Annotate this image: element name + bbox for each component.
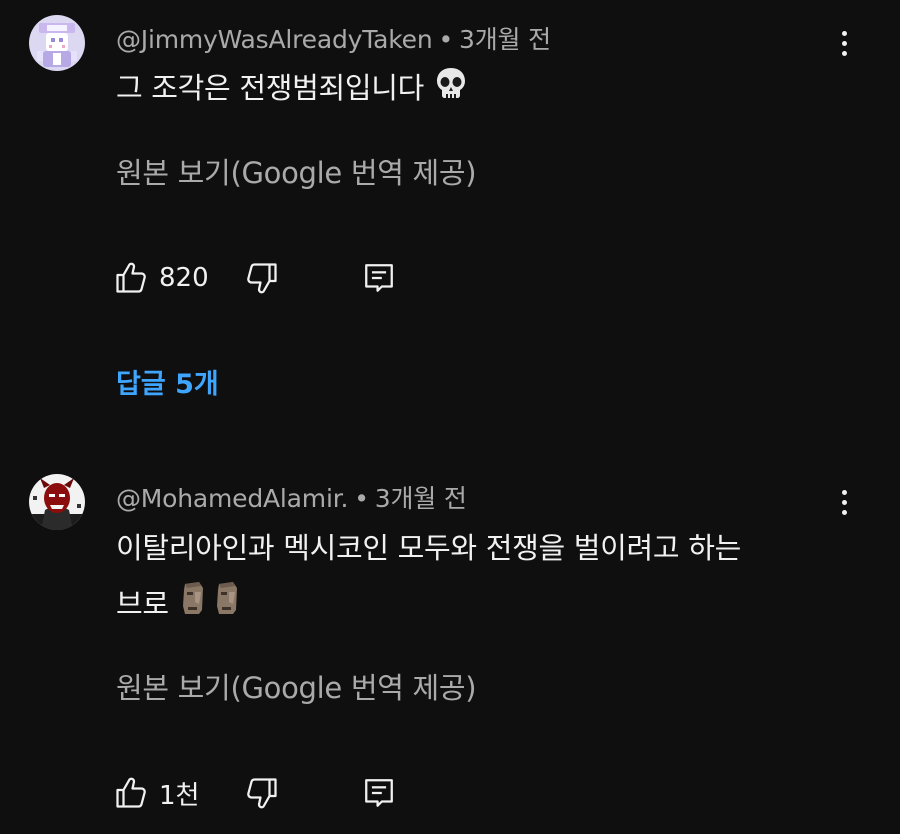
avatar-image <box>29 15 85 71</box>
comment-text: 이탈리아인과 멕시코인 모두와 전쟁을 벌이려고 하는 브로 <box>116 520 836 634</box>
dot-icon <box>841 509 847 515</box>
comment-actions: 1천 <box>113 771 413 815</box>
reply-button[interactable] <box>362 256 396 300</box>
reply-icon <box>365 779 393 807</box>
comment-text: 그 조각은 전쟁범죄입니다 <box>116 60 836 118</box>
separator-dot: • <box>438 25 454 54</box>
reply-button[interactable] <box>362 771 396 815</box>
like-count: 820 <box>159 263 209 293</box>
moai-icon <box>213 578 241 634</box>
thumbs-up-icon <box>116 777 146 808</box>
dot-icon <box>841 489 847 495</box>
comment-text-line: 브로 <box>116 587 169 621</box>
thumbs-up-icon <box>116 262 146 293</box>
like-button[interactable]: 1천 <box>113 771 199 815</box>
dot-icon <box>841 499 847 505</box>
dot-icon <box>841 40 847 46</box>
reply-icon <box>365 264 393 292</box>
author-name[interactable]: @JimmyWasAlreadyTaken <box>116 25 433 54</box>
like-button[interactable]: 820 <box>113 256 209 300</box>
more-options-button[interactable] <box>826 482 862 522</box>
dislike-button[interactable] <box>244 771 280 815</box>
dot-icon <box>841 30 847 36</box>
like-count: 1천 <box>159 780 200 811</box>
more-options-button[interactable] <box>826 23 862 63</box>
see-original-link[interactable]: 원본 보기(Google 번역 제공) <box>116 665 477 707</box>
avatar[interactable] <box>29 15 85 71</box>
view-replies-button[interactable]: 답글 5개 <box>116 362 219 401</box>
comment-text-line: 이탈리아인과 멕시코인 모두와 전쟁을 벌이려고 하는 <box>116 531 741 565</box>
comment-text-line-2: 브로 <box>116 576 836 634</box>
comment-text-content: 그 조각은 전쟁범죄입니다 <box>116 71 425 105</box>
dislike-button[interactable] <box>244 256 280 300</box>
avatar-image <box>29 474 85 530</box>
see-original-link[interactable]: 원본 보기(Google 번역 제공) <box>116 150 477 192</box>
moai-icon <box>179 578 207 634</box>
avatar[interactable] <box>29 474 85 530</box>
comment-meta: @MohamedAlamir. • 3개월 전 <box>116 479 467 515</box>
comment-time[interactable]: 3개월 전 <box>375 484 467 513</box>
author-name[interactable]: @MohamedAlamir. <box>116 484 348 513</box>
comment-time[interactable]: 3개월 전 <box>459 25 551 54</box>
thumbs-down-icon <box>247 263 277 294</box>
skull-icon <box>434 62 468 118</box>
thumbs-down-icon <box>247 778 277 809</box>
comment-actions: 820 <box>113 256 413 300</box>
separator-dot: • <box>354 484 369 513</box>
dot-icon <box>841 50 847 56</box>
comment-meta: @JimmyWasAlreadyTaken • 3개월 전 <box>116 20 551 56</box>
